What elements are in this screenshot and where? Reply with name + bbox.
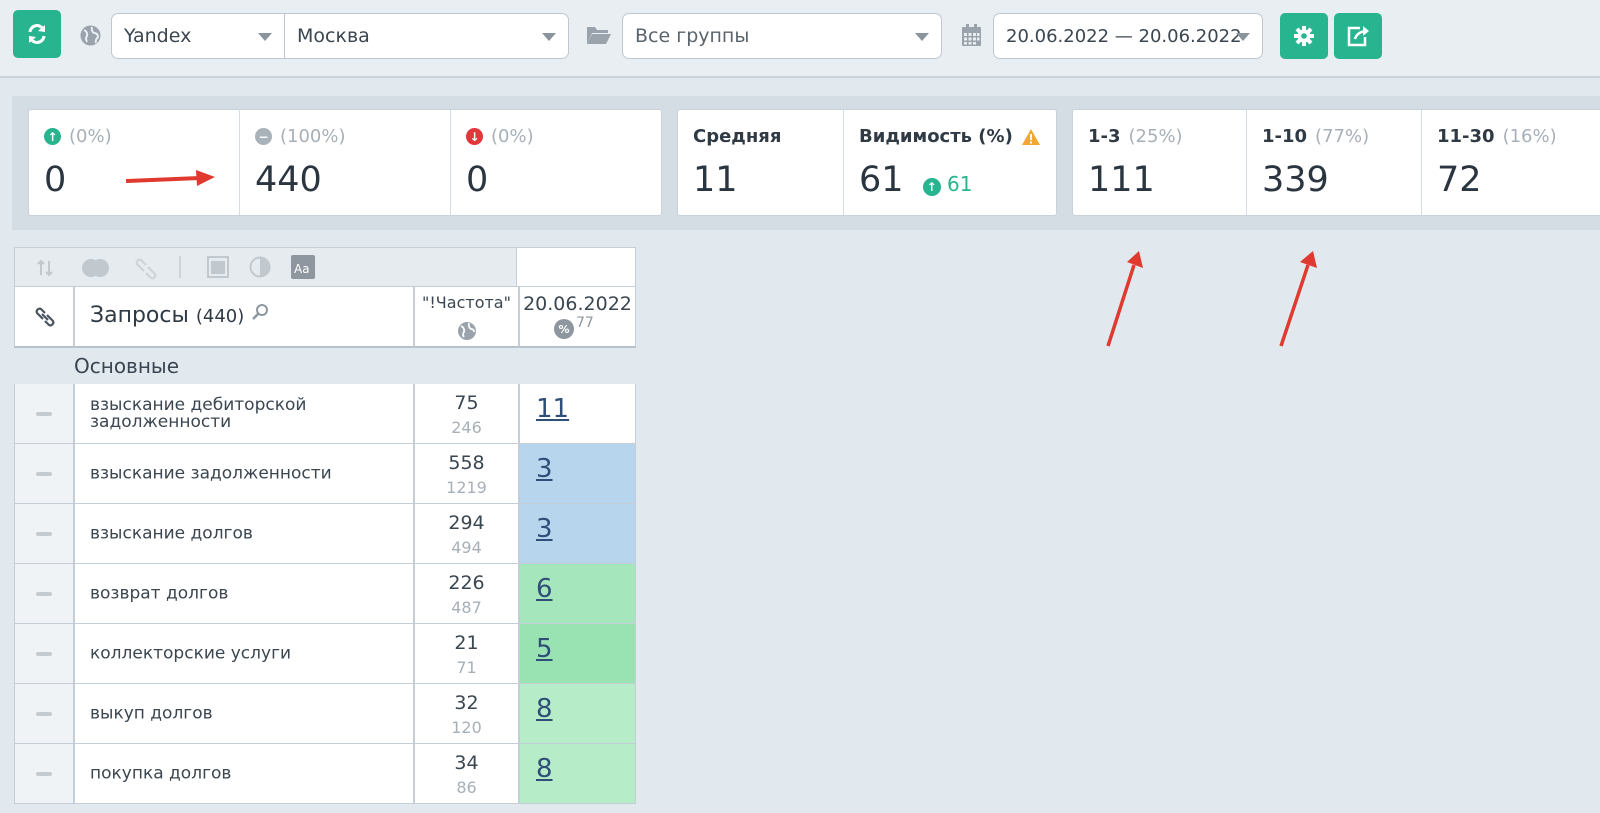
row-toggle[interactable] [14,564,74,624]
percent-icon: % [554,319,574,339]
position-link[interactable]: 8 [536,694,553,724]
frequency-cell: 558 1219 [414,444,519,504]
table-row[interactable]: покупка долгов 34 86 8 [14,744,636,804]
frequency-exact: 34 [454,752,479,774]
minus-icon [36,532,52,536]
table-row[interactable]: взыскание долгов 294 494 3 [14,504,636,564]
frequency-exact: 226 [448,572,485,594]
minus-icon [36,652,52,656]
position-cell: 3 [519,444,636,504]
row-toggle[interactable] [14,624,74,684]
link-icon [35,307,55,327]
query-text: взыскание задолженности [90,463,332,483]
query-text: возврат долгов [90,583,229,603]
frequency-broad: 1219 [446,478,487,497]
minus-icon [36,712,52,716]
globe-icon [458,322,476,340]
font-icon[interactable]: Aa [291,255,315,279]
position-link[interactable]: 8 [536,754,553,784]
frequency-exact: 558 [448,452,485,474]
queries-count: (440) [195,306,245,327]
date-column-header[interactable]: 20.06.2022 % 77 [519,286,636,348]
frequency-cell: 75 246 [414,384,519,444]
minus-icon [36,412,52,416]
frequency-broad: 120 [451,718,482,737]
row-toggle[interactable] [14,444,74,504]
date-column-label: 20.06.2022 [523,293,632,315]
table-row[interactable]: выкуп долгов 32 120 8 [14,684,636,744]
frequency-exact: 32 [454,692,479,714]
sort-icon[interactable] [35,258,55,278]
query-cell: взыскание дебиторской задолженности [74,384,414,444]
query-text: коллекторские услуги [90,643,292,663]
query-cell: выкуп долгов [74,684,414,744]
row-toggle[interactable] [14,384,74,444]
search-icon[interactable] [251,303,269,321]
date-column-sub: 77 [576,315,594,331]
date-header-top [516,247,636,287]
position-link[interactable]: 3 [536,514,553,544]
query-text: взыскание долгов [90,523,253,543]
minus-icon [36,772,52,776]
frequency-column-header[interactable]: "!Частота" [414,286,519,348]
contrast-icon[interactable] [249,256,271,278]
position-link[interactable]: 6 [536,574,553,604]
query-cell: взыскание долгов [74,504,414,564]
group-name: Основные [74,354,180,378]
table-row[interactable]: взыскание дебиторской задолженности 75 246… [14,384,636,444]
frequency-cell: 226 487 [414,564,519,624]
frequency-broad: 487 [451,598,482,617]
query-text: покупка долгов [90,763,232,783]
row-toggle[interactable] [14,504,74,564]
position-cell: 11 [519,384,636,444]
position-cell: 3 [519,504,636,564]
minus-icon [36,592,52,596]
table-row[interactable]: возврат долгов 226 487 6 [14,564,636,624]
frequency-exact: 294 [448,512,485,534]
table-row[interactable]: коллекторские услуги 21 71 5 [14,624,636,684]
position-link[interactable]: 5 [536,634,553,664]
frequency-exact: 21 [454,632,479,654]
position-cell: 5 [519,624,636,684]
query-text: взыскание дебиторской задолженности [90,394,307,432]
row-toggle[interactable] [14,744,74,804]
frequency-label: "!Частота" [422,293,511,312]
frequency-cell: 34 86 [414,744,519,804]
query-text: выкуп долгов [90,703,213,723]
frequency-broad: 494 [451,538,482,557]
frequency-cell: 32 120 [414,684,519,744]
frequency-broad: 86 [456,778,477,797]
position-cell: 6 [519,564,636,624]
toggle-icon[interactable] [81,258,111,278]
query-cell: возврат долгов [74,564,414,624]
frequency-exact: 75 [454,392,479,414]
query-cell: покупка долгов [74,744,414,804]
position-cell: 8 [519,744,636,804]
position-cell: 8 [519,684,636,744]
queries-label: Запросы [90,303,189,328]
minus-icon [36,472,52,476]
queries-column-header[interactable]: Запросы (440) [74,286,414,348]
svg-text:Aa: Aa [294,262,310,276]
row-toggle[interactable] [14,684,74,744]
frequency-broad: 246 [451,418,482,437]
position-link[interactable]: 11 [536,394,569,424]
query-cell: взыскание задолженности [74,444,414,504]
table-row[interactable]: взыскание задолженности 558 1219 3 [14,444,636,504]
link-column-header[interactable] [14,286,74,348]
frequency-cell: 21 71 [414,624,519,684]
link-icon[interactable] [133,256,159,282]
frequency-broad: 71 [456,658,477,677]
frequency-cell: 294 494 [414,504,519,564]
window-icon[interactable] [207,256,229,278]
position-link[interactable]: 3 [536,454,553,484]
query-cell: коллекторские услуги [74,624,414,684]
toolbar-divider [179,256,181,278]
